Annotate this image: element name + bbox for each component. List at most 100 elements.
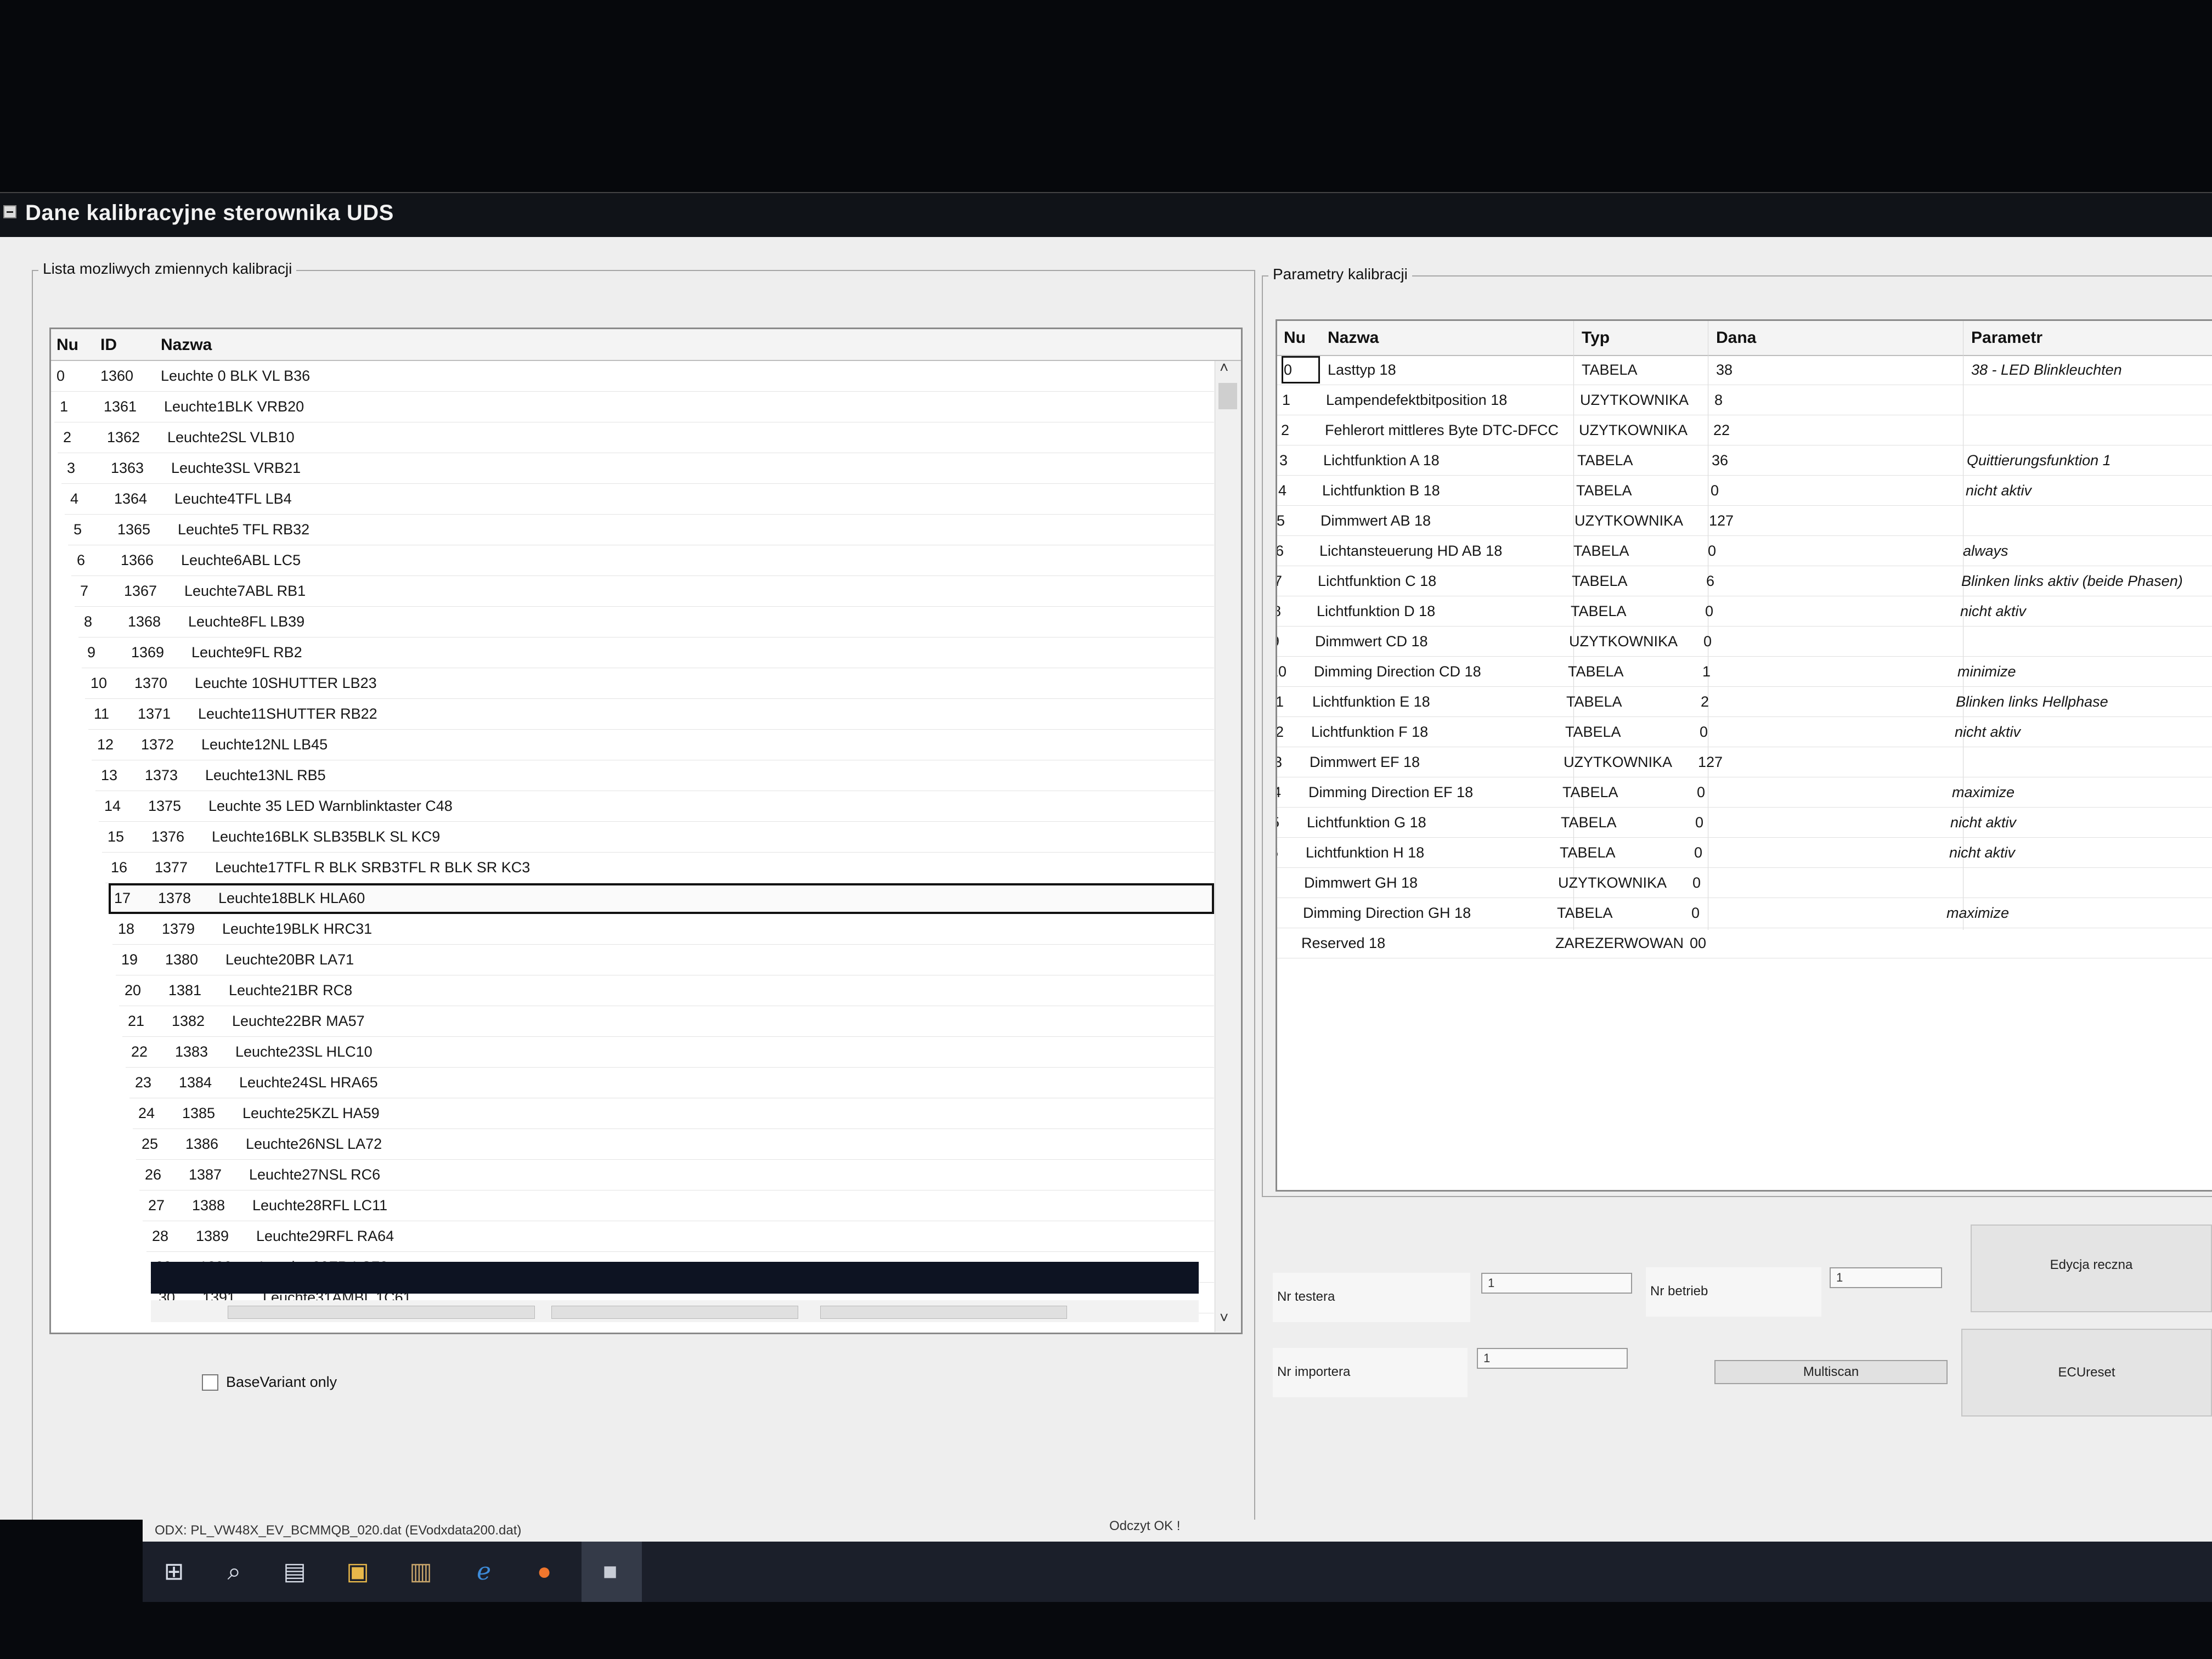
table-row[interactable]: 3 Lichtfunktion A 18 TABELA 36 Quittierungsf… xyxy=(1277,445,2212,476)
table-row[interactable]: 13 Dimmwert EF 18 UZYTKOWNIKA 127 xyxy=(1277,747,2212,777)
cell-name: Leuchte6ABL LC5 xyxy=(181,552,301,568)
table-row[interactable]: 2 Fehlerort mittleres Byte DTC-DFCC UZYTKO… xyxy=(1277,415,2212,445)
table-row[interactable]: 19Reserved 18ZAREZERWOWAN00 xyxy=(1277,928,2212,958)
base-variant-checkbox[interactable] xyxy=(202,1374,218,1391)
cell-name: Leuchte25KZL HA59 xyxy=(242,1105,380,1121)
table-row[interactable]: 17 1378 Leuchte18BLK HLA60 xyxy=(109,883,1214,914)
table-row[interactable]: 22 1383 Leuchte23SL HLC10 xyxy=(126,1037,1214,1068)
cell-id: 1371 xyxy=(138,706,171,722)
table-row[interactable]: 1 1361 Leuchte1BLK VRB20 xyxy=(54,392,1214,422)
table-row[interactable]: 6 1366 Leuchte6ABL LC5 xyxy=(71,545,1214,576)
search-icon[interactable]: ⌕ xyxy=(219,1557,249,1587)
table-row[interactable]: 19 1380 Leuchte20BR LA71 xyxy=(116,945,1214,975)
table-row[interactable]: 8 Lichtfunktion D 18 TABELA 0 nicht aktiv xyxy=(1277,596,2212,627)
edycja-reczna-button[interactable]: Edycja reczna xyxy=(1971,1224,2212,1312)
column-header-nu[interactable]: Nu xyxy=(1284,329,1306,347)
file-explorer-icon[interactable]: ▣ xyxy=(343,1557,373,1587)
table-row[interactable]: 10 1370 Leuchte 10SHUTTER LB23 xyxy=(85,668,1214,699)
table-row[interactable]: 14 Dimming Direction EF 18 TABELA 0 maximize xyxy=(1277,777,2212,808)
firefox-icon[interactable]: ● xyxy=(529,1557,559,1587)
table-row[interactable]: 0 1360 Leuchte 0 BLK VL B36 xyxy=(51,361,1214,392)
windows-start-icon[interactable]: ⊞ xyxy=(159,1557,189,1587)
cell-dana: 0 xyxy=(1711,482,1719,499)
cell-typ: UZYTKOWNIKA xyxy=(1569,633,1678,650)
table-row[interactable]: 12 1372 Leuchte12NL LB45 xyxy=(92,730,1214,760)
cell-id: 1376 xyxy=(151,828,185,845)
cell-id: 1387 xyxy=(189,1166,222,1183)
table-row[interactable]: 4 1364 Leuchte4TFL LB4 xyxy=(65,484,1214,515)
table-row[interactable]: 16 Lichtfunktion H 18 TABELA 0 nicht aktiv xyxy=(1277,838,2212,868)
table-row[interactable]: 21 1382 Leuchte22BR MA57 xyxy=(122,1006,1214,1037)
table-row[interactable]: 15 Lichtfunktion G 18 TABELA 0 nicht aktiv xyxy=(1277,808,2212,838)
cell-dana: 0 xyxy=(1703,633,1712,650)
table-row[interactable]: 3 1363 Leuchte3SL VRB21 xyxy=(61,453,1214,484)
ecureset-button[interactable]: ECUreset xyxy=(1961,1329,2212,1417)
table-row[interactable]: 11 1371 Leuchte11SHUTTER RB22 xyxy=(88,699,1214,730)
table-row[interactable]: 5 Dimmwert AB 18 UZYTKOWNIKA 127 xyxy=(1277,506,2212,536)
table-row[interactable]: 23 1384 Leuchte24SL HRA65 xyxy=(129,1068,1214,1098)
table-row[interactable]: 28 1389 Leuchte29RFL RA64 xyxy=(146,1221,1214,1252)
cell-nu: 23 xyxy=(135,1074,152,1091)
table-row[interactable]: 9 Dimmwert CD 18 UZYTKOWNIKA 0 xyxy=(1277,627,2212,657)
table-row[interactable]: 12 Lichtfunktion F 18 TABELA 0 nicht aktiv xyxy=(1277,717,2212,747)
horizontal-scrollbar[interactable] xyxy=(151,1300,1199,1322)
table-row[interactable]: 5 1365 Leuchte5 TFL RB32 xyxy=(68,515,1214,545)
nr-betrieb-field[interactable]: 1 xyxy=(1830,1267,1942,1288)
variables-list[interactable]: Nu ID Nazwa 0 1360 Leuchte 0 BLK VL B36 1 13… xyxy=(49,328,1243,1334)
column-header-parametr[interactable]: Parametr xyxy=(1971,329,2042,347)
scroll-down-icon[interactable]: ˅ xyxy=(1220,1309,1228,1327)
table-row[interactable]: 25 1386 Leuchte26NSL LA72 xyxy=(136,1129,1214,1160)
cell-nu: 7 xyxy=(80,583,89,599)
task-view-icon[interactable]: ▤ xyxy=(280,1557,309,1587)
column-header-typ[interactable]: Typ xyxy=(1582,329,1610,347)
cell-name: Leuchte24SL HRA65 xyxy=(239,1074,378,1091)
parameters-table[interactable]: Nu Nazwa Typ Dana Parametr 0 Lasttyp 18 TA… xyxy=(1276,319,2212,1192)
scroll-up-icon[interactable]: ˄ xyxy=(1220,359,1228,376)
folder-icon[interactable]: ▥ xyxy=(406,1557,436,1587)
app-icon[interactable]: ■ xyxy=(595,1557,625,1587)
vertical-scrollbar[interactable]: ˄ ˅ xyxy=(1215,359,1241,1332)
vscroll-thumb[interactable] xyxy=(1218,383,1237,409)
column-header-nazwa[interactable]: Nazwa xyxy=(1328,329,1379,347)
column-header-nazwa[interactable]: Nazwa xyxy=(161,336,212,354)
table-row[interactable]: 18 1379 Leuchte19BLK HRC31 xyxy=(112,914,1214,945)
cell-nu: 15 xyxy=(108,828,125,845)
table-row[interactable]: 4 Lichtfunktion B 18 TABELA 0 nicht aktiv xyxy=(1277,476,2212,506)
table-row[interactable]: 13 1373 Leuchte13NL RB5 xyxy=(95,760,1214,791)
cell-name: Leuchte13NL RB5 xyxy=(205,767,326,783)
table-row[interactable]: 24 1385 Leuchte25KZL HA59 xyxy=(133,1098,1214,1129)
table-row[interactable]: 7 1367 Leuchte7ABL RB1 xyxy=(75,576,1214,607)
nr-testera-field[interactable]: 1 xyxy=(1481,1273,1632,1294)
table-row[interactable]: 18Dimming Direction GH 18TABELA0maximize xyxy=(1277,898,2212,928)
table-row[interactable]: 14 1375 Leuchte 35 LED Warnblinktaster C48 xyxy=(99,791,1214,822)
table-row[interactable]: 6 Lichtansteuerung HD AB 18 TABELA 0 always xyxy=(1277,536,2212,566)
table-row[interactable]: 27 1388 Leuchte28RFL LC11 xyxy=(143,1190,1214,1221)
cell-nu: 1 xyxy=(1282,392,1291,408)
table-row[interactable]: 17 Dimmwert GH 18 UZYTKOWNIKA 0 xyxy=(1277,868,2212,898)
column-header-id[interactable]: ID xyxy=(100,336,117,354)
table-row[interactable]: 11 Lichtfunktion E 18 TABELA 2 Blinken links… xyxy=(1277,687,2212,717)
edge-icon[interactable]: ℯ xyxy=(469,1557,499,1587)
cell-nu: 11 xyxy=(1276,693,1284,710)
column-header-nu[interactable]: Nu xyxy=(57,336,78,354)
cell-id: 1382 xyxy=(172,1013,205,1029)
window-menu-icon[interactable] xyxy=(3,205,16,218)
table-row[interactable]: 16 1377 Leuchte17TFL R BLK SRB3TFL R BLK S… xyxy=(105,853,1214,883)
table-row[interactable]: 20 1381 Leuchte21BR RC8 xyxy=(119,975,1214,1006)
multiscan-button[interactable]: Multiscan xyxy=(1714,1360,1948,1384)
table-row[interactable]: 8 1368 Leuchte8FL LB39 xyxy=(78,607,1214,637)
table-row[interactable]: 10 Dimming Direction CD 18 TABELA 1 minimize xyxy=(1277,657,2212,687)
cell-dana: 36 xyxy=(1712,452,1729,469)
table-row[interactable]: 7 Lichtfunktion C 18 TABELA 6 Blinken links … xyxy=(1277,566,2212,596)
hscroll-thumb[interactable] xyxy=(228,1306,535,1319)
table-row[interactable]: 0 Lasttyp 18 TABELA 38 38 - LED Blinkleuchte… xyxy=(1277,355,2212,385)
table-row[interactable]: 9 1369 Leuchte9FL RB2 xyxy=(82,637,1214,668)
table-row[interactable]: 2 1362 Leuchte2SL VLB10 xyxy=(58,422,1214,453)
column-header-dana[interactable]: Dana xyxy=(1716,329,1756,347)
table-row[interactable]: 26 1387 Leuchte27NSL RC6 xyxy=(139,1160,1214,1190)
table-row[interactable]: 1 Lampendefektbitposition 18 UZYTKOWNIKA 8 xyxy=(1277,385,2212,415)
cell-id: 1378 xyxy=(158,890,191,906)
table-row[interactable]: 15 1376 Leuchte16BLK SLB35BLK SL KC9 xyxy=(102,822,1214,853)
cell-id: 1363 xyxy=(111,460,144,476)
nr-importera-field[interactable]: 1 xyxy=(1477,1348,1628,1369)
